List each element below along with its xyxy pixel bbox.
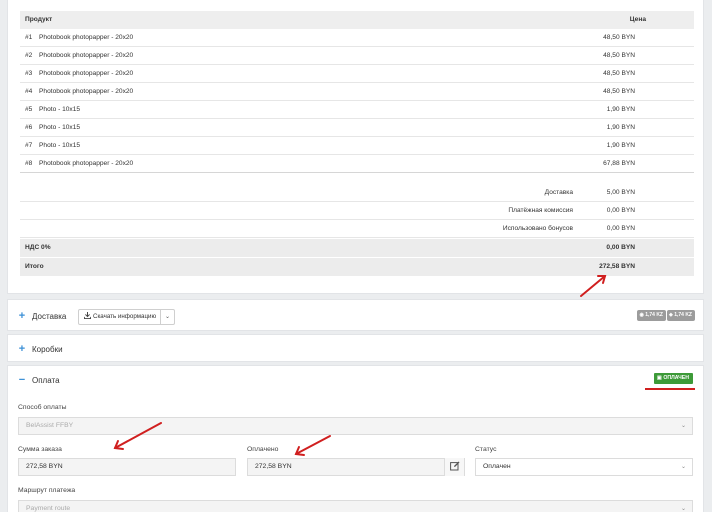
table-row: #8 Photobook photopapper - 20x20 67,88 B… <box>20 155 694 173</box>
row-price: 48,50 BYN <box>603 70 635 77</box>
summary-label: Использовано бонусов <box>502 225 573 232</box>
row-number: #8 <box>25 160 33 167</box>
row-price: 67,88 BYN <box>603 160 635 167</box>
paid-amount-value: 272,58 BYN <box>255 463 292 470</box>
payment-status-badge-label: ОПЛАЧЕН <box>663 375 689 381</box>
row-number: #3 <box>25 70 33 77</box>
payment-route-placeholder: Payment route <box>26 505 71 512</box>
row-product-name: Photo - 10x15 <box>39 106 81 113</box>
payment-route-label: Маршрут платежа <box>18 487 76 494</box>
kz-badge-1: ◉ 1,74 KZ <box>637 310 666 321</box>
delivery-toggle[interactable]: + Доставка <box>18 309 67 324</box>
row-price: 48,50 BYN <box>603 88 635 95</box>
row-price: 48,50 BYN <box>603 34 635 41</box>
payment-section: − Оплата ▣ ОПЛАЧЕН Способ оплаты BelAssis… <box>7 365 704 512</box>
table-row: #4 Photobook photopapper - 20x20 48,50 B… <box>20 83 694 101</box>
download-icon <box>83 312 92 320</box>
row-product-name: Photobook photopapper - 20x20 <box>39 70 134 77</box>
kz-badge-2-label: 1,74 KZ <box>674 312 692 318</box>
row-product-name: Photo - 10x15 <box>39 124 81 131</box>
row-number: #2 <box>25 52 33 59</box>
status-value: Оплачен <box>483 463 511 470</box>
boxes-toggle[interactable]: + Коробки <box>18 342 63 357</box>
paid-amount-input[interactable]: 272,58 BYN <box>247 458 465 476</box>
plus-icon: + <box>18 310 26 322</box>
row-product-name: Photo - 10x15 <box>39 142 81 149</box>
row-price: 1,90 BYN <box>606 142 635 149</box>
order-items-card: Продукт Цена #1 Photobook photopapper - … <box>7 0 704 294</box>
row-price: 1,90 BYN <box>606 106 635 113</box>
row-number: #4 <box>25 88 33 95</box>
row-product-name: Photobook photopapper - 20x20 <box>39 52 134 59</box>
payment-method-label: Способ оплаты <box>18 404 67 411</box>
table-row: #7 Photo - 10x15 1,90 BYN <box>20 137 694 155</box>
kz-badge-1-label: 1,74 KZ <box>645 312 663 318</box>
edit-paid-button[interactable] <box>444 458 464 476</box>
circle-p-icon: ◉ <box>639 312 644 318</box>
vat-value: 0,00 BYN <box>606 244 635 251</box>
status-select[interactable]: Оплачен ⌄ <box>475 458 693 476</box>
edit-icon <box>450 461 460 471</box>
payment-toggle[interactable]: − Оплата <box>18 373 60 388</box>
order-sum-input[interactable]: 272,58 BYN <box>18 458 236 476</box>
summary-value: 0,00 BYN <box>606 225 635 232</box>
summary-row-bonuses: Использовано бонусов 0,00 BYN <box>20 220 694 238</box>
row-number: #7 <box>25 142 33 149</box>
table-row: #1 Photobook photopapper - 20x20 48,50 B… <box>20 29 694 47</box>
plus-icon: + <box>18 343 26 355</box>
delivery-section: + Доставка Скачать информацию ⌄ ◉ 1,74 KZ… <box>7 299 704 331</box>
download-info-button-group: Скачать информацию ⌄ <box>78 309 175 325</box>
delivery-title: Доставка <box>32 312 67 321</box>
row-price: 1,90 BYN <box>606 124 635 131</box>
row-price: 48,50 BYN <box>603 52 635 59</box>
download-dropdown-toggle[interactable]: ⌄ <box>160 310 174 324</box>
order-sum-value: 272,58 BYN <box>26 463 63 470</box>
row-number: #6 <box>25 124 33 131</box>
status-label: Статус <box>475 446 497 453</box>
download-info-button[interactable]: Скачать информацию <box>79 310 161 324</box>
table-row: #2 Photobook photopapper - 20x20 48,50 B… <box>20 47 694 65</box>
annotation-underline <box>645 388 695 390</box>
payment-route-select[interactable]: Payment route ⌄ <box>18 500 693 512</box>
col-price-header: Цена <box>629 16 646 23</box>
order-sum-label: Сумма заказа <box>18 446 62 453</box>
cash-icon: ▣ <box>657 375 662 381</box>
row-product-name: Photobook photopapper - 20x20 <box>39 160 134 167</box>
payment-title: Оплата <box>32 376 60 385</box>
total-value: 272,58 BYN <box>599 263 635 270</box>
total-label: Итого <box>25 263 44 270</box>
col-product-header: Продукт <box>25 16 53 23</box>
summary-row-delivery: Доставка 5,00 BYN <box>20 184 694 202</box>
payment-method-value: BelAssist FFBY <box>26 422 74 429</box>
summary-label: Платёжная комиссия <box>508 207 573 214</box>
payment-method-select[interactable]: BelAssist FFBY ⌄ <box>18 417 693 435</box>
boxes-section: + Коробки <box>7 334 704 362</box>
summary-row-commission: Платёжная комиссия 0,00 BYN <box>20 202 694 220</box>
row-number: #5 <box>25 106 33 113</box>
payment-status-badge: ▣ ОПЛАЧЕН <box>654 373 693 384</box>
table-row: #5 Photo - 10x15 1,90 BYN <box>20 101 694 119</box>
table-row: #3 Photobook photopapper - 20x20 48,50 B… <box>20 65 694 83</box>
table-header: Продукт Цена <box>20 11 694 29</box>
chevron-down-icon: ⌄ <box>680 464 686 470</box>
minus-icon: − <box>18 374 26 386</box>
vat-label: НДС 0% <box>25 244 51 251</box>
boxes-title: Коробки <box>32 345 63 354</box>
row-product-name: Photobook photopapper - 20x20 <box>39 88 134 95</box>
chevron-down-icon: ⌄ <box>680 506 686 512</box>
chevron-down-icon: ⌄ <box>164 314 171 320</box>
summary-label: Доставка <box>544 189 573 196</box>
box-icon: ◈ <box>668 312 673 318</box>
paid-amount-label: Оплачено <box>247 446 279 453</box>
row-number: #1 <box>25 34 33 41</box>
summary-value: 0,00 BYN <box>606 207 635 214</box>
kz-badge-2: ◈ 1,74 KZ <box>666 310 695 321</box>
chevron-down-icon: ⌄ <box>680 423 686 429</box>
vat-row: НДС 0% 0,00 BYN <box>20 239 694 257</box>
download-info-label: Скачать информацию <box>93 313 157 320</box>
total-row: Итого 272,58 BYN <box>20 258 694 276</box>
table-row: #6 Photo - 10x15 1,90 BYN <box>20 119 694 137</box>
summary-value: 5,00 BYN <box>606 189 635 196</box>
row-product-name: Photobook photopapper - 20x20 <box>39 34 134 41</box>
